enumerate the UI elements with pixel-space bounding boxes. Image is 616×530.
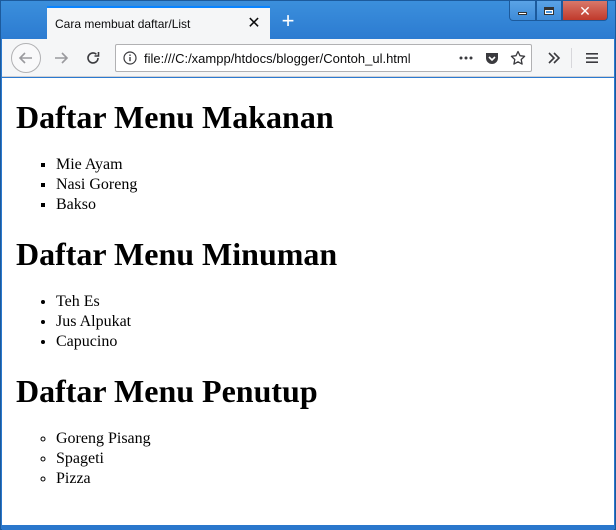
list-item: Teh Es [56,292,606,312]
tab-title: Cara membuat daftar/List [55,16,191,31]
window-bottom-border [2,525,614,530]
forward-button[interactable] [46,43,76,73]
list-item: Pizza [56,469,606,489]
double-chevron-right-icon [548,52,561,64]
url-text[interactable]: file:///C:/xampp/htdocs/blogger/Contoh_u… [144,51,453,66]
list-makanan: Mie Ayam Nasi Goreng Bakso [10,155,606,215]
more-horizontal-icon[interactable] [453,45,479,71]
section-heading-minuman: Daftar Menu Minuman [16,236,338,272]
maximize-button[interactable] [536,1,562,21]
section-heading-makanan: Daftar Menu Makanan [16,99,334,135]
hamburger-menu-icon [586,53,598,63]
star-icon[interactable] [505,45,531,71]
arrow-left-icon [18,52,32,64]
overflow-button[interactable] [539,43,569,73]
maximize-icon [544,6,554,15]
arrow-right-icon [55,52,69,64]
back-button[interactable] [11,43,41,73]
close-icon[interactable]: ✕ [244,14,264,34]
info-icon[interactable] [116,51,144,65]
toolbar-separator [571,48,572,68]
navigation-toolbar: file:///C:/xampp/htdocs/blogger/Contoh_u… [2,39,614,77]
reload-button[interactable] [78,43,108,73]
list-penutup: Goreng Pisang Spageti Pizza [10,429,606,489]
tab-active[interactable]: Cara membuat daftar/List ✕ [47,6,270,39]
plus-icon[interactable]: + [275,9,301,35]
pocket-icon[interactable] [479,45,505,71]
section-heading-penutup: Daftar Menu Penutup [16,373,318,409]
list-item: Goreng Pisang [56,429,606,449]
list-item: Capucino [56,332,606,352]
minimize-icon [518,12,527,15]
page-content: Daftar Menu Makanan Mie Ayam Nasi Goreng… [2,78,614,525]
list-minuman: Teh Es Jus Alpukat Capucino [10,292,606,352]
list-item: Jus Alpukat [56,312,606,332]
reload-icon [87,52,100,64]
tab-strip: Cara membuat daftar/List ✕ + ✕ [1,1,615,39]
url-bar[interactable]: file:///C:/xampp/htdocs/blogger/Contoh_u… [115,44,532,72]
list-item: Spageti [56,449,606,469]
minimize-button[interactable] [509,1,536,21]
close-window-icon: ✕ [579,2,591,19]
menu-button[interactable] [577,43,607,73]
list-item: Mie Ayam [56,155,606,175]
list-item: Nasi Goreng [56,175,606,195]
browser-window: Cara membuat daftar/List ✕ + ✕ file:///C… [0,0,616,530]
window-close-button[interactable]: ✕ [562,1,608,21]
list-item: Bakso [56,195,606,215]
